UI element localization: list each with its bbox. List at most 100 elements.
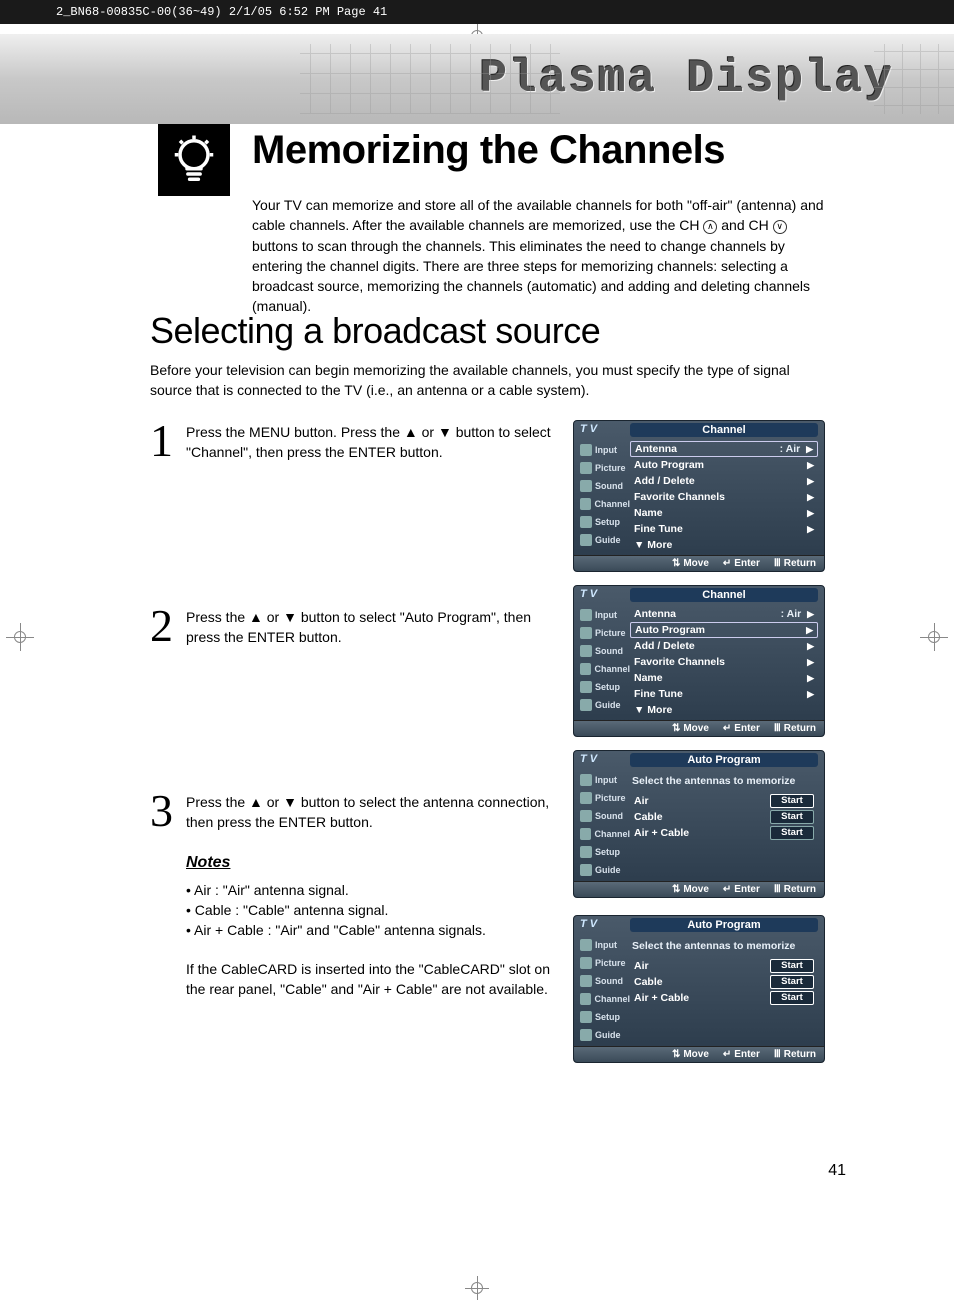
osd-row-finetune[interactable]: Fine Tune▶ (630, 521, 818, 537)
osd-row-adddelete[interactable]: Add / Delete▶ (630, 473, 818, 489)
row-label: Air (634, 795, 649, 807)
sidebar-label: Setup (595, 517, 620, 527)
osd-autoprogram-2: T V Auto Program Input Picture Sound Cha… (573, 915, 825, 1063)
osd-row-name[interactable]: Name▶ (630, 505, 818, 521)
osd-channel-menu-2: T V Channel Input Picture Sound Channel … (573, 585, 825, 737)
input-icon (580, 609, 592, 621)
sidebar-label: Picture (595, 793, 626, 803)
foot-enter: ↵Enter (723, 558, 760, 569)
sidebar-item-input[interactable]: Input (580, 936, 630, 954)
sidebar-label: Setup (595, 847, 620, 857)
sidebar-item-input[interactable]: Input (580, 606, 630, 624)
step-text: Press the ▲ or ▼ button to select the an… (186, 792, 566, 833)
sidebar-item-guide[interactable]: Guide (580, 531, 630, 549)
sidebar-label: Input (595, 610, 617, 620)
osd-row-antenna[interactable]: Antenna: Air ▶ (630, 606, 818, 622)
note-item: Air : "Air" antenna signal. (186, 880, 566, 900)
sidebar-label: Guide (595, 865, 621, 875)
sidebar-item-input[interactable]: Input (580, 441, 630, 459)
osd-row-name[interactable]: Name ▶ (630, 670, 818, 686)
sidebar-item-sound[interactable]: Sound (580, 972, 630, 990)
osd-tv-label: T V (580, 588, 630, 602)
sidebar-label: Input (595, 445, 617, 455)
sidebar-label: Sound (595, 646, 623, 656)
sidebar-item-sound[interactable]: Sound (580, 807, 630, 825)
chevron-right-icon: ▶ (807, 673, 814, 684)
osd-row-more[interactable]: ▼ More (630, 537, 818, 553)
sidebar-item-guide[interactable]: Guide (580, 1026, 630, 1044)
page-number: 41 (828, 1162, 846, 1180)
row-label: Fine Tune (634, 688, 683, 700)
channel-icon (580, 498, 591, 510)
sidebar-item-guide[interactable]: Guide (580, 696, 630, 714)
start-button[interactable]: Start (770, 794, 814, 808)
osd-tv-label: T V (580, 753, 630, 767)
sidebar-label: Sound (595, 811, 623, 821)
setup-icon (580, 1011, 592, 1023)
picture-icon (580, 627, 592, 639)
sidebar-item-guide[interactable]: Guide (580, 861, 630, 879)
osd-row-finetune[interactable]: Fine Tune▶ (630, 686, 818, 702)
sidebar-label: Input (595, 775, 617, 785)
step-body: Press the ▲ or ▼ button to select the an… (186, 790, 566, 999)
osd-row-aircable[interactable]: Air + CableStart (630, 825, 818, 841)
row-label: Cable (634, 811, 663, 823)
osd-row-adddelete[interactable]: Add / Delete▶ (630, 638, 818, 654)
step-number: 1 (150, 420, 186, 580)
sidebar-item-setup[interactable]: Setup (580, 1008, 630, 1026)
registration-mark-icon (920, 623, 948, 651)
osd-subtitle: Select the antennas to memorize (630, 936, 818, 958)
foot-return: ⅢReturn (774, 1049, 816, 1060)
picture-icon (580, 957, 592, 969)
sidebar-item-setup[interactable]: Setup (580, 843, 630, 861)
osd-row-cable[interactable]: Cable Start (630, 809, 818, 825)
sidebar-item-input[interactable]: Input (580, 771, 630, 789)
start-button[interactable]: Start (770, 826, 814, 840)
section-title: Selecting a broadcast source (150, 310, 600, 352)
foot-enter: ↵Enter (723, 1049, 760, 1060)
picture-icon (580, 792, 592, 804)
sidebar-item-sound[interactable]: Sound (580, 642, 630, 660)
osd-footer: ⇅Move ↵Enter ⅢReturn (574, 881, 824, 897)
start-button[interactable]: Start (770, 959, 814, 973)
chevron-right-icon: ▶ (807, 508, 814, 519)
chevron-right-icon: ▶ (806, 625, 813, 636)
osd-row-favorite[interactable]: Favorite Channels▶ (630, 489, 818, 505)
osd-row-autoprogram[interactable]: Auto Program▶ (630, 622, 818, 638)
chevron-right-icon: ▶ (806, 444, 813, 454)
osd-row-cable[interactable]: CableStart (630, 974, 818, 990)
chevron-right-icon: ▶ (807, 657, 814, 668)
osd-row-more[interactable]: ▼ More (630, 702, 818, 718)
start-button[interactable]: Start (770, 810, 814, 824)
enter-icon: ↵ (723, 884, 731, 895)
sidebar-item-picture[interactable]: Picture (580, 954, 630, 972)
osd-row-aircable[interactable]: Air + CableStart (630, 990, 818, 1006)
sidebar-item-setup[interactable]: Setup (580, 678, 630, 696)
sidebar-item-channel[interactable]: Channel (580, 495, 630, 513)
start-button[interactable]: Start (770, 975, 814, 989)
registration-mark-icon (465, 1276, 489, 1300)
osd-channel-menu-1: T V Channel Input Picture Sound Channel … (573, 420, 825, 572)
sidebar-item-channel[interactable]: Channel (580, 660, 630, 678)
sidebar-item-setup[interactable]: Setup (580, 513, 630, 531)
sidebar-item-picture[interactable]: Picture (580, 459, 630, 477)
enter-icon: ↵ (723, 723, 731, 734)
row-label: ▼ More (634, 704, 672, 716)
osd-row-favorite[interactable]: Favorite Channels▶ (630, 654, 818, 670)
osd-row-air[interactable]: Air Start (630, 793, 818, 809)
sidebar-item-channel[interactable]: Channel (580, 825, 630, 843)
row-label: Name (634, 672, 663, 684)
osd-row-antenna[interactable]: Antenna: Air ▶ (630, 441, 818, 457)
notes-list: Air : "Air" antenna signal. Cable : "Cab… (186, 880, 566, 941)
start-button[interactable]: Start (770, 991, 814, 1005)
updown-icon: ⇅ (672, 558, 680, 569)
osd-row-autoprogram[interactable]: Auto Program▶ (630, 457, 818, 473)
row-label: Auto Program (634, 459, 704, 471)
sidebar-item-picture[interactable]: Picture (580, 789, 630, 807)
foot-return: ⅢReturn (774, 558, 816, 569)
sidebar-item-picture[interactable]: Picture (580, 624, 630, 642)
sidebar-item-sound[interactable]: Sound (580, 477, 630, 495)
sidebar-label: Channel (594, 664, 630, 674)
osd-row-air[interactable]: AirStart (630, 958, 818, 974)
sidebar-item-channel[interactable]: Channel (580, 990, 630, 1008)
